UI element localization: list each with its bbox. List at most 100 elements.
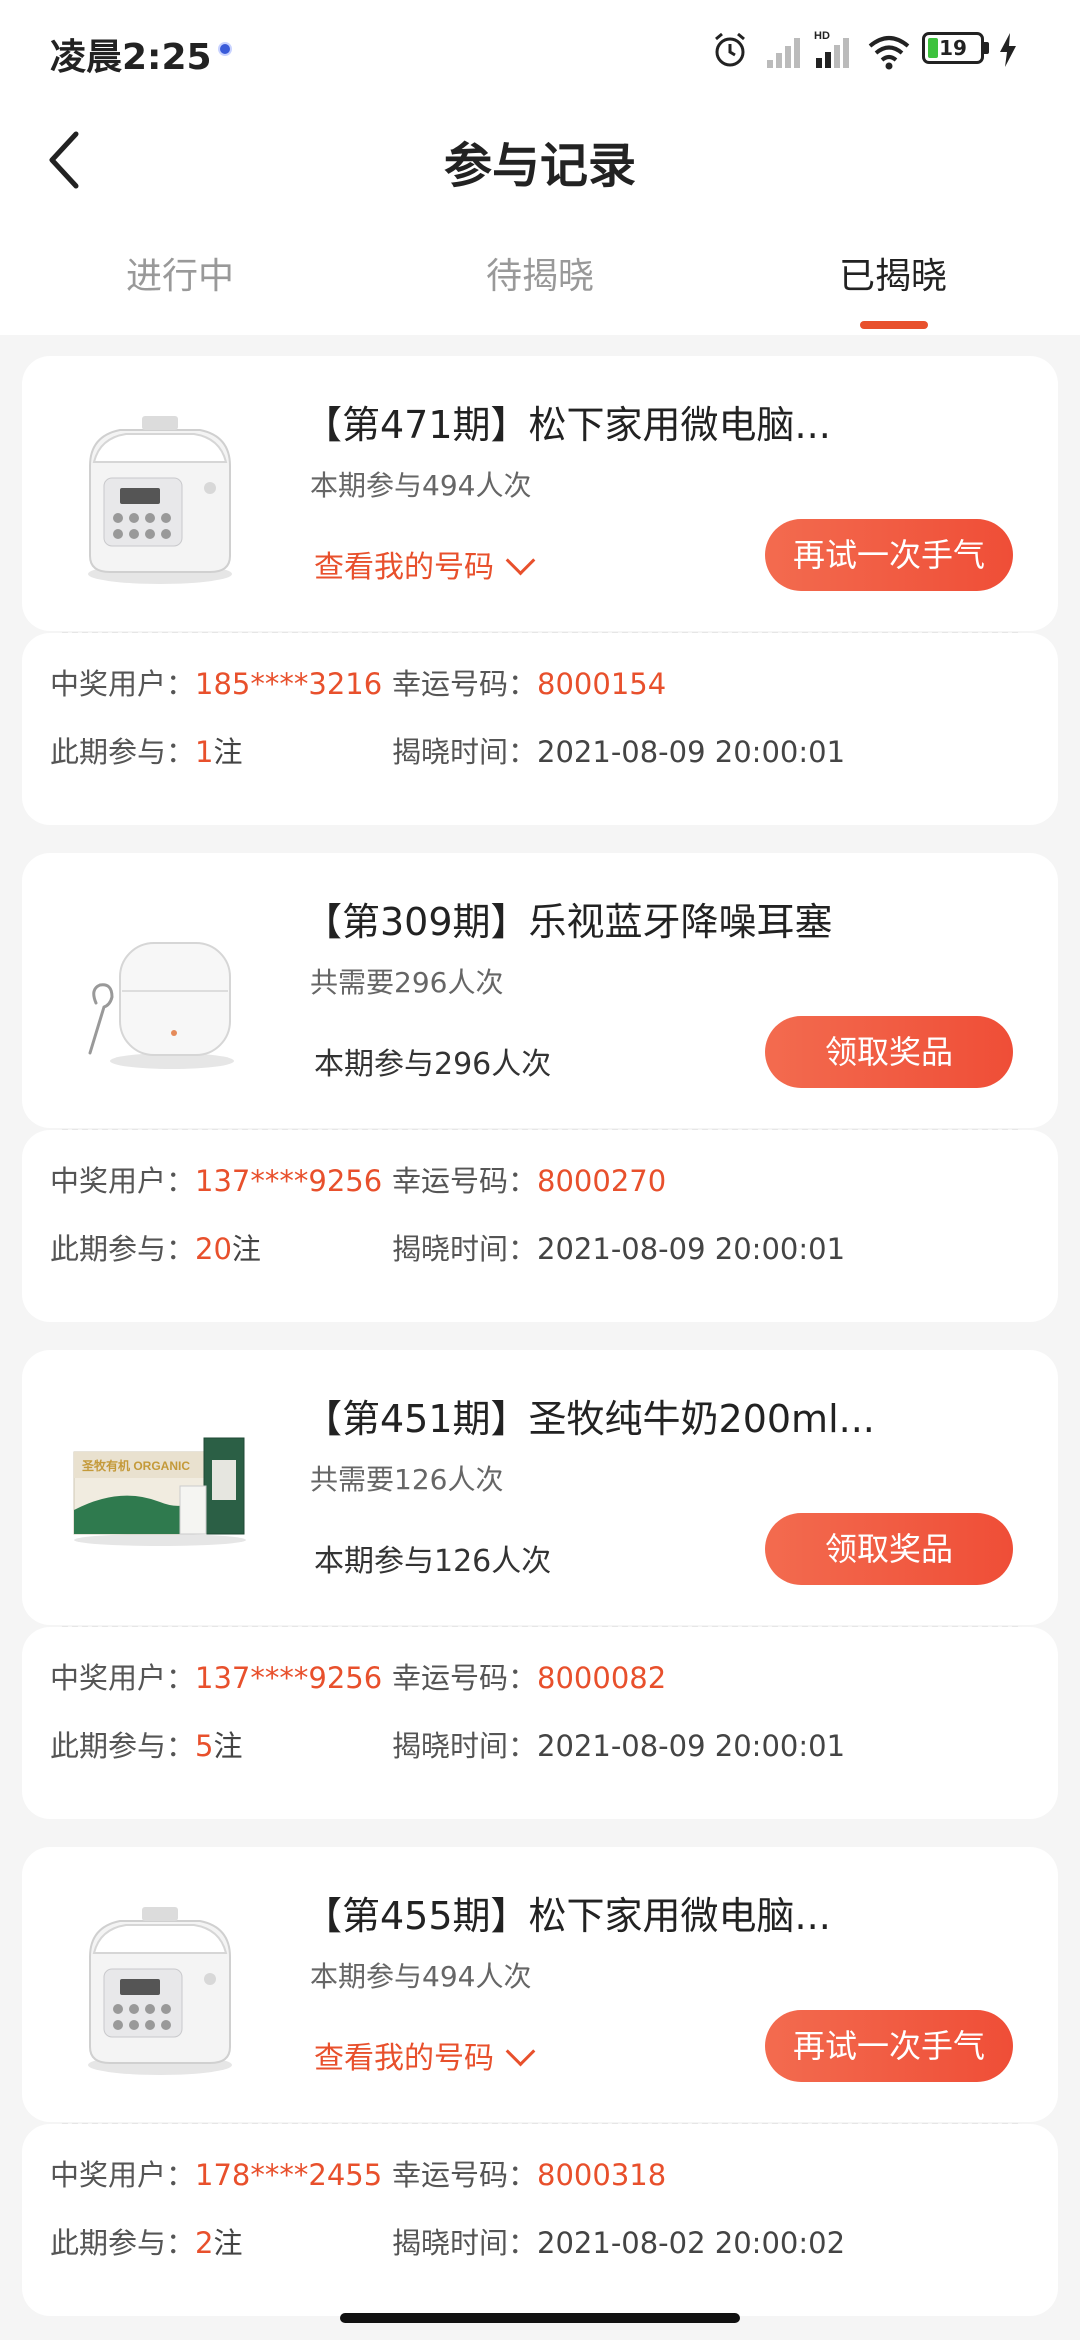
chevron-down-icon — [505, 545, 536, 576]
reveal-time-value: 2021-08-09 20:00:01 — [537, 1729, 846, 1763]
record-card: 圣牧有机 ORGANIC 【第451期】圣牧纯牛奶200ml... 共需要126… — [22, 1350, 1058, 1819]
participation-unit: 注 — [213, 1729, 243, 1763]
view-my-numbers-label: 查看我的号码 — [314, 550, 494, 585]
notification-dot-icon — [218, 42, 232, 56]
product-title: 【第309期】乐视蓝牙降噪耳塞 — [304, 900, 833, 944]
status-bar: 凌晨2:25 HD 19 — [0, 0, 1080, 100]
participation-info: 本期参与296人次 — [314, 1047, 552, 1082]
winner-row: 中奖用户：137****9256 — [50, 1655, 382, 1697]
hd-signal-icon: HD — [814, 30, 849, 68]
tab-pending[interactable]: 待揭晓 — [360, 247, 720, 299]
product-subtitle: 本期参与494人次 — [310, 1960, 532, 1993]
product-image-rice-cooker — [60, 396, 260, 596]
participation-count: 20 — [195, 1232, 232, 1266]
result-section: 中奖用户：137****9256 幸运号码：8000082 此期参与：5注 揭晓… — [22, 1627, 1058, 1819]
participation-label: 此期参与： — [50, 2226, 196, 2260]
record-card: 【第455期】松下家用微电脑... 本期参与494人次 查看我的号码 再试一次手… — [22, 1847, 1058, 2316]
winner-value: 178****2455 — [195, 2158, 383, 2192]
try-again-button[interactable]: 再试一次手气 — [765, 2010, 1013, 2082]
tab-in-progress[interactable]: 进行中 — [0, 247, 360, 299]
record-card: 【第471期】松下家用微电脑... 本期参与494人次 查看我的号码 再试一次手… — [22, 356, 1058, 825]
nav-bar: 参与记录 — [0, 100, 1080, 225]
winner-value: 137****9256 — [195, 1661, 383, 1695]
result-section: 中奖用户：185****3216 幸运号码：8000154 此期参与：1注 揭晓… — [22, 633, 1058, 825]
active-tab-indicator — [860, 321, 928, 329]
winner-label: 中奖用户： — [50, 1661, 196, 1695]
lucky-number-row: 幸运号码：8000318 — [392, 2152, 666, 2194]
reveal-time-value: 2021-08-09 20:00:01 — [537, 1232, 846, 1266]
result-section: 中奖用户：137****9256 幸运号码：8000270 此期参与：20注 揭… — [22, 1130, 1058, 1322]
view-my-numbers-link[interactable]: 查看我的号码 — [314, 2033, 536, 2077]
svg-text:HD: HD — [814, 30, 830, 42]
product-section[interactable]: 【第471期】松下家用微电脑... 本期参与494人次 查看我的号码 再试一次手… — [22, 356, 1058, 631]
product-subtitle: 本期参与494人次 — [310, 469, 532, 502]
reveal-time-label: 揭晓时间： — [392, 1232, 538, 1266]
participation-label: 此期参与： — [50, 1232, 196, 1266]
product-section[interactable]: 【第309期】乐视蓝牙降噪耳塞 共需要296人次 本期参与296人次 领取奖品 — [22, 853, 1058, 1128]
product-title: 【第455期】松下家用微电脑... — [304, 1894, 831, 1938]
participation-row: 此期参与：5注 — [50, 1723, 242, 1765]
winner-value: 185****3216 — [195, 667, 383, 701]
lucky-number-row: 幸运号码：8000270 — [392, 1158, 666, 1200]
winner-label: 中奖用户： — [50, 667, 196, 701]
tab-bar: 进行中 待揭晓 已揭晓 — [0, 225, 1080, 335]
try-again-button[interactable]: 再试一次手气 — [765, 519, 1013, 591]
wifi-icon — [868, 36, 910, 70]
lucky-number-row: 幸运号码：8000082 — [392, 1655, 666, 1697]
lucky-number-label: 幸运号码： — [392, 1164, 538, 1198]
result-section: 中奖用户：178****2455 幸运号码：8000318 此期参与：2注 揭晓… — [22, 2124, 1058, 2316]
product-section[interactable]: 【第455期】松下家用微电脑... 本期参与494人次 查看我的号码 再试一次手… — [22, 1847, 1058, 2122]
reveal-time-row: 揭晓时间：2021-08-09 20:00:01 — [392, 729, 845, 771]
participation-count: 5 — [195, 1729, 214, 1763]
reveal-time-label: 揭晓时间： — [392, 735, 538, 769]
lucky-number-label: 幸运号码： — [392, 2158, 538, 2192]
lucky-number-label: 幸运号码： — [392, 667, 538, 701]
product-title: 【第451期】圣牧纯牛奶200ml... — [304, 1397, 875, 1441]
signal-icon — [767, 38, 800, 68]
lucky-number-row: 幸运号码：8000154 — [392, 661, 666, 703]
battery-icon: 19 — [922, 32, 984, 64]
reveal-time-label: 揭晓时间： — [392, 2226, 538, 2260]
page-title: 参与记录 — [443, 138, 636, 194]
charging-icon — [1000, 33, 1016, 67]
product-image-milk-box: 圣牧有机 ORGANIC — [60, 1390, 260, 1590]
product-image-earbuds — [60, 893, 260, 1093]
status-icons: HD 19 — [710, 30, 1040, 74]
view-my-numbers-label: 查看我的号码 — [314, 2041, 494, 2076]
product-section[interactable]: 圣牧有机 ORGANIC 【第451期】圣牧纯牛奶200ml... 共需要126… — [22, 1350, 1058, 1625]
participation-row: 此期参与：20注 — [50, 1226, 261, 1268]
participation-unit: 注 — [213, 735, 243, 769]
winner-value: 137****9256 — [195, 1164, 383, 1198]
winner-row: 中奖用户：178****2455 — [50, 2152, 382, 2194]
battery-level: 19 — [939, 36, 967, 60]
product-subtitle: 共需要296人次 — [310, 966, 504, 999]
participation-unit: 注 — [231, 1232, 261, 1266]
participation-label: 此期参与： — [50, 1729, 196, 1763]
participation-label: 此期参与： — [50, 735, 196, 769]
chevron-down-icon — [505, 2036, 536, 2067]
lucky-number-value: 8000318 — [537, 2158, 667, 2192]
participation-count: 2 — [195, 2226, 214, 2260]
participation-info: 本期参与126人次 — [314, 1544, 552, 1579]
alarm-icon — [715, 32, 745, 67]
participation-row: 此期参与：1注 — [50, 729, 242, 771]
claim-prize-button[interactable]: 领取奖品 — [765, 1016, 1013, 1088]
home-indicator[interactable] — [340, 2313, 740, 2323]
view-my-numbers-link[interactable]: 查看我的号码 — [314, 542, 536, 586]
product-image-rice-cooker — [60, 1887, 260, 2087]
lucky-number-value: 8000154 — [537, 667, 667, 701]
product-subtitle: 共需要126人次 — [310, 1463, 504, 1496]
reveal-time-label: 揭晓时间： — [392, 1729, 538, 1763]
participation-count: 1 — [195, 735, 214, 769]
winner-label: 中奖用户： — [50, 2158, 196, 2192]
winner-row: 中奖用户：185****3216 — [50, 661, 382, 703]
reveal-time-value: 2021-08-02 20:00:02 — [537, 2226, 846, 2260]
claim-prize-button[interactable]: 领取奖品 — [765, 1513, 1013, 1585]
tab-revealed[interactable]: 已揭晓 — [713, 247, 1073, 299]
participation-unit: 注 — [213, 2226, 243, 2260]
reveal-time-row: 揭晓时间：2021-08-09 20:00:01 — [392, 1723, 845, 1765]
reveal-time-row: 揭晓时间：2021-08-02 20:00:02 — [392, 2220, 845, 2262]
reveal-time-value: 2021-08-09 20:00:01 — [537, 735, 846, 769]
winner-label: 中奖用户： — [50, 1164, 196, 1198]
product-title: 【第471期】松下家用微电脑... — [304, 403, 831, 447]
